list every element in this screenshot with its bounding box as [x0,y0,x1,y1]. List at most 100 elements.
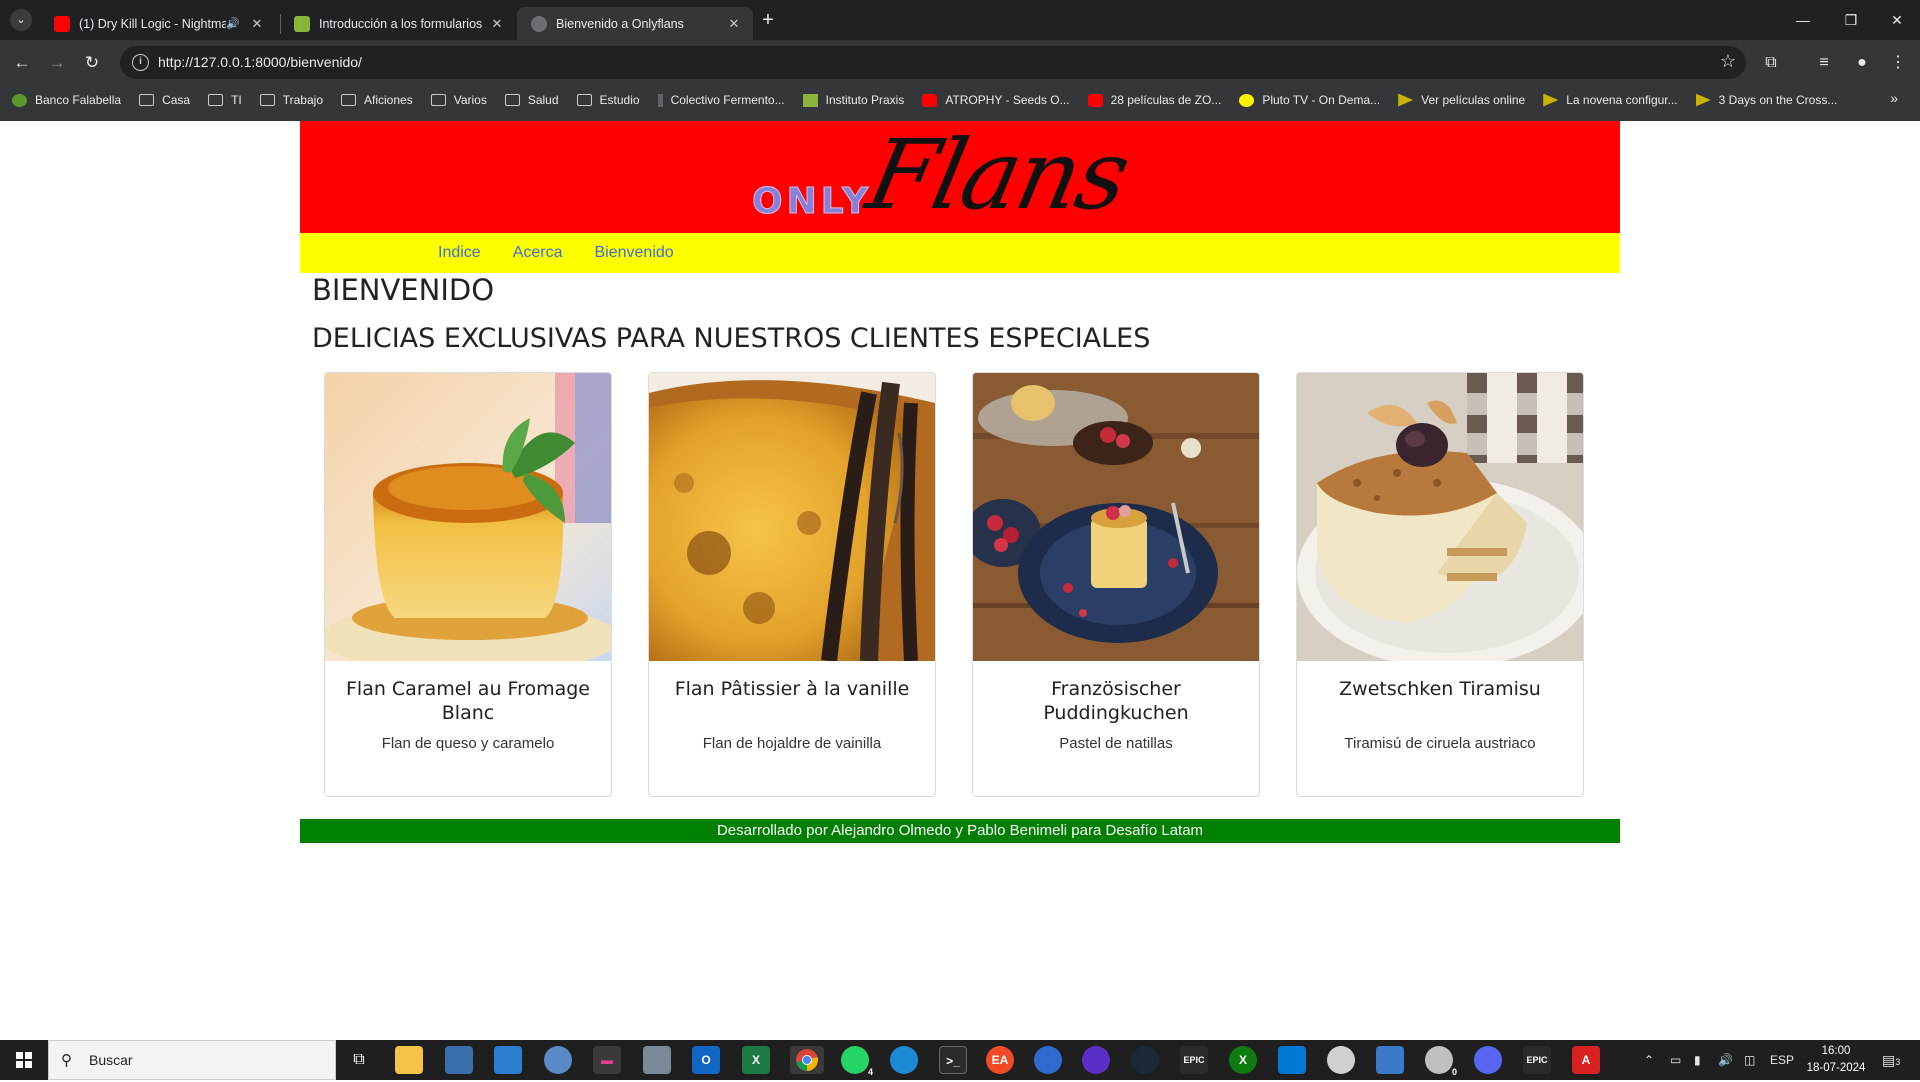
onlyflans-logo[interactable]: ONLY Flans [751,119,1152,231]
close-tab-icon[interactable]: ✕ [246,16,268,32]
speaker-icon[interactable]: 🔊 [226,17,240,30]
profile-icon[interactable]: ● [1848,49,1876,77]
outlook-icon[interactable]: O [692,1046,720,1074]
ubisoft-icon[interactable] [1034,1046,1062,1074]
volume-icon[interactable]: 🔊 [1718,1040,1733,1080]
excel-icon[interactable]: X [742,1046,770,1074]
bookmark-pluto-tv[interactable]: Pluto TV - On Dema... [1239,93,1380,107]
close-tab-icon[interactable]: ✕ [723,16,745,32]
media-icon[interactable]: ≡ [1810,49,1838,77]
bookmark-folder-estudio[interactable]: Estudio [576,93,640,107]
bookmark-label: Estudio [599,93,640,107]
bookmark-folder-aficiones[interactable]: Aficiones [341,93,413,107]
bookmark-folder-varios[interactable]: Varios [430,93,487,107]
bookmark-folder-salud[interactable]: Salud [504,93,559,107]
bookmark-atrophy[interactable]: ATROPHY - Seeds O... [922,93,1070,107]
pluto-icon [1239,93,1255,107]
bookmark-label: La novena configur... [1566,93,1678,107]
task-view-icon[interactable]: ⧉ [345,1046,373,1074]
site-nav: Indice Acerca Bienvenido [300,233,1620,273]
bookmark-3-days[interactable]: 3 Days on the Cross... [1695,93,1838,107]
wifi-icon[interactable]: ◫ [1744,1040,1755,1080]
web-page: ONLY Flans Indice Acerca Bienvenido BIEN… [0,119,1920,1040]
chrome-icon[interactable] [790,1046,824,1074]
taskbar-search[interactable]: ⚲ Buscar [48,1040,336,1080]
ea-icon[interactable]: EA [986,1046,1014,1074]
bookmark-banco-falabella[interactable]: Banco Falabella [12,93,121,107]
app-icon[interactable] [1327,1046,1355,1074]
folder-icon [341,94,356,106]
product-card[interactable]: Flan Caramel au Fromage Blanc Flan de qu… [324,372,612,797]
steam-icon[interactable]: 0 [1425,1046,1457,1078]
app-icon[interactable] [643,1046,671,1074]
nav-link-indice[interactable]: Indice [438,244,481,262]
close-tab-icon[interactable]: ✕ [486,16,508,32]
url-text[interactable]: http://127.0.0.1:8000/bienvenido/ [158,54,362,70]
tiramisu-photo [1297,373,1583,661]
restore-button[interactable]: ❐ [1828,0,1874,40]
info-icon[interactable]: i [132,54,149,71]
epic-games-icon[interactable]: EPIC [1523,1046,1551,1074]
whatsapp-icon[interactable]: 4 [841,1046,873,1078]
bookmark-colectivo-fermento[interactable]: Colectivo Fermento... [657,93,785,107]
folder-icon [576,94,592,106]
browser-chrome: ⌄ (1) Dry Kill Logic - Nightmare 🔊 ✕ Int… [0,0,1920,121]
vscode-icon[interactable] [1278,1046,1306,1074]
tray-chevron-icon[interactable]: ⌃ [1644,1040,1654,1080]
bookmark-instituto-praxis[interactable]: Instituto Praxis [802,93,904,107]
language-indicator[interactable]: ESP [1770,1040,1794,1080]
acrobat-icon[interactable]: A [1572,1046,1600,1074]
address-bar[interactable]: i http://127.0.0.1:8000/bienvenido/ ☆ [120,46,1746,79]
folder-icon [259,94,275,106]
minimize-button[interactable]: — [1780,0,1826,40]
bookmark-label: 3 Days on the Cross... [1718,93,1838,107]
app-icon[interactable] [494,1046,522,1074]
steam-icon[interactable] [1131,1046,1159,1074]
product-card[interactable]: Zwetschken Tiramisu Tiramisú de ciruela … [1296,372,1584,797]
tab-onlyflans[interactable]: Bienvenido a Onlyflans ✕ [517,7,753,40]
globe-icon [531,15,547,32]
bookmark-28-peliculas[interactable]: 28 películas de ZO... [1087,93,1221,107]
app-icon[interactable] [1082,1046,1110,1074]
product-card[interactable]: Flan Pâtissier à la vanille Flan de hoja… [648,372,936,797]
more-bookmarks-icon[interactable]: » [1890,90,1898,106]
windows-start-icon[interactable] [0,1040,48,1080]
paint-icon[interactable] [544,1046,572,1074]
xbox-icon[interactable]: X [1229,1046,1257,1074]
flan-caramel-photo [325,373,611,661]
extensions-icon[interactable]: ⧉ [1757,49,1785,77]
bookmark-label: Colectivo Fermento... [670,93,785,107]
nav-link-acerca[interactable]: Acerca [513,244,563,262]
network-icon[interactable]: ▭ [1670,1040,1681,1080]
product-card[interactable]: Französischer Puddingkuchen Pastel de na… [972,372,1260,797]
tab-formularios[interactable]: Introducción a los formularios / ✕ [280,7,516,40]
new-tab-button[interactable]: + [756,9,780,33]
close-window-button[interactable]: ✕ [1874,0,1920,40]
calculator-icon[interactable] [445,1046,473,1074]
bookmark-ver-peliculas[interactable]: Ver películas online [1398,93,1525,107]
bookmark-la-novena[interactable]: La novena configur... [1543,93,1678,107]
bookmark-folder-trabajo[interactable]: Trabajo [259,93,323,107]
app-icon[interactable]: ▬ [593,1046,621,1074]
bookmark-star-icon[interactable]: ☆ [1720,51,1736,72]
discord-icon[interactable] [1474,1046,1502,1074]
tab-youtube[interactable]: (1) Dry Kill Logic - Nightmare 🔊 ✕ [40,7,276,40]
menu-icon[interactable]: ⋮ [1884,49,1912,77]
tab-search-button[interactable]: ⌄ [10,9,32,31]
back-button[interactable]: ← [8,49,36,77]
nav-link-bienvenido[interactable]: Bienvenido [595,244,674,262]
edge-icon[interactable] [890,1046,918,1074]
notifications-icon[interactable]: ▤3 [1882,1040,1900,1080]
play-icon [1695,93,1711,107]
clock[interactable]: 16:00 18-07-2024 [1802,1043,1870,1077]
reload-button[interactable]: ↻ [78,49,106,77]
bookmark-folder-casa[interactable]: Casa [139,93,190,107]
virtualbox-icon[interactable] [1376,1046,1404,1074]
bookmark-folder-ti[interactable]: TI [208,93,242,107]
forward-button[interactable]: → [43,49,71,77]
epic-games-icon[interactable]: EPIC [1180,1046,1208,1074]
file-explorer-icon[interactable] [395,1046,423,1074]
battery-icon[interactable]: ▮ [1694,1040,1701,1080]
terminal-icon[interactable]: >_ [939,1046,967,1074]
bookmark-label: Varios [453,93,487,107]
